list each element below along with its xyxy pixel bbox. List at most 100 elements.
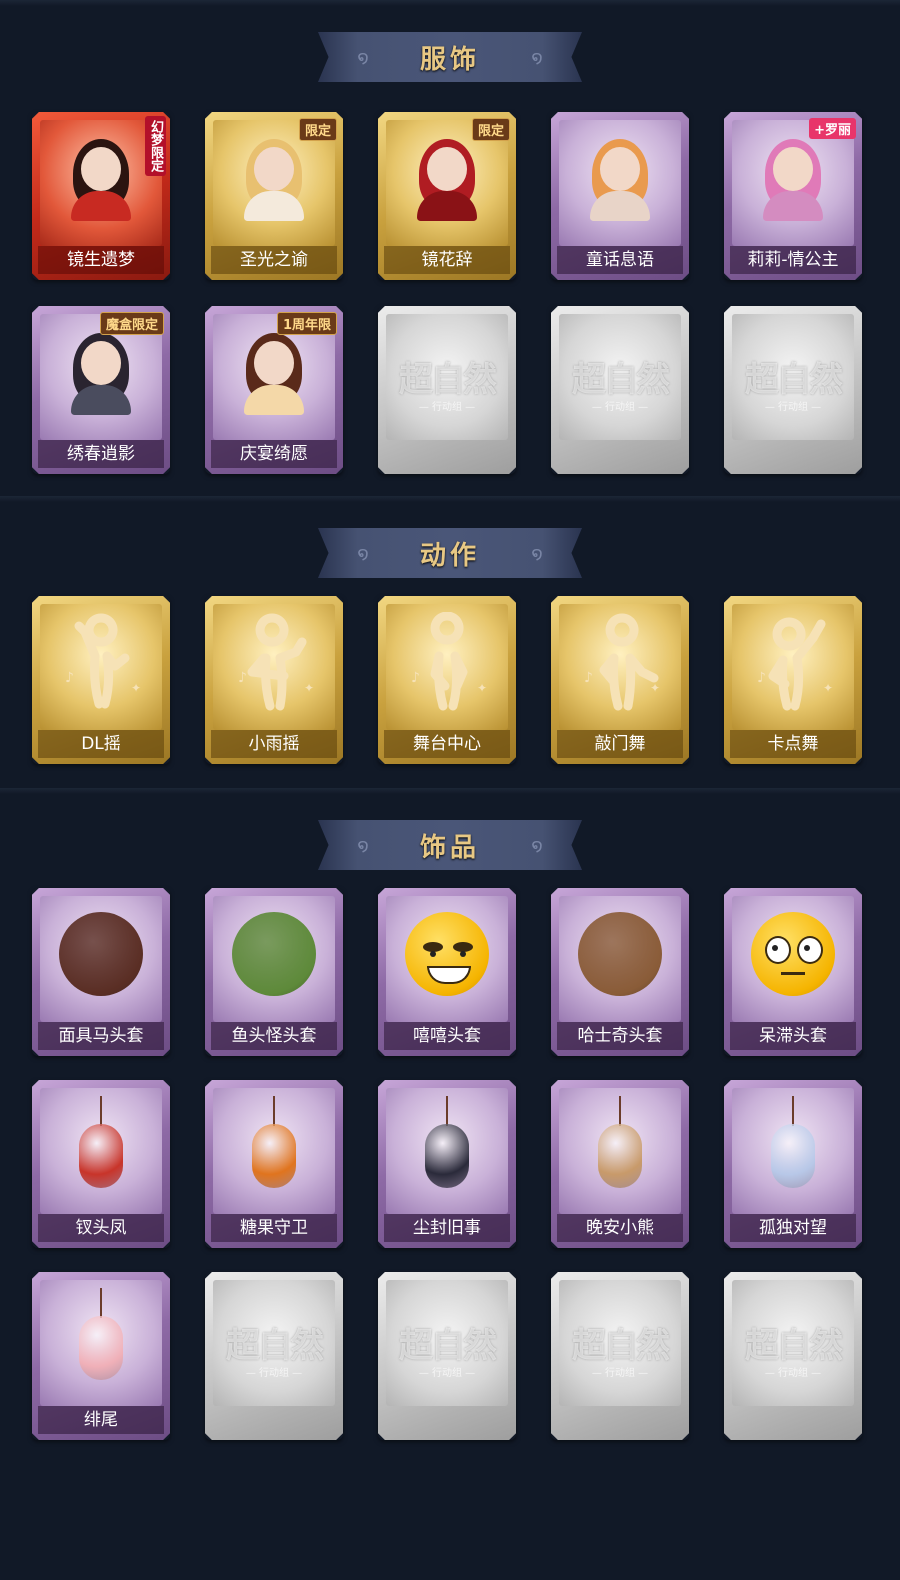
item-card[interactable]: 童话息语 — [551, 112, 689, 280]
watermark-logo: 超自然 — 行动组 — — [378, 306, 516, 413]
item-name: DL摇 — [38, 730, 164, 758]
item-name: 镜生遗梦 — [38, 246, 164, 274]
section-header: ໑ 饰品 ໑ — [318, 820, 582, 870]
item-card[interactable]: 尘封旧事 — [378, 1080, 516, 1248]
empty-slot-card[interactable]: 超自然 — 行动组 — — [551, 306, 689, 474]
charm-figure — [71, 1288, 131, 1388]
watermark-subtext: — 行动组 — — [418, 1368, 476, 1379]
watermark-text: 超自然 — [745, 1326, 843, 1366]
watermark-subtext: — 行动组 — — [591, 1368, 649, 1379]
swirl-ornament-icon: ໑ — [531, 47, 543, 68]
item-name: 尘封旧事 — [384, 1214, 510, 1242]
emoji-face — [405, 912, 489, 996]
empty-slot-card[interactable]: 超自然 — 行动组 — — [378, 306, 516, 474]
item-card[interactable]: ♪ ✦ 舞台中心 — [378, 596, 516, 764]
watermark-logo: 超自然 — 行动组 — — [551, 1272, 689, 1379]
item-card[interactable]: +罗丽 莉莉-情公主 — [724, 112, 862, 280]
item-card[interactable]: ♪ ✦ DL摇 — [32, 596, 170, 764]
swirl-ornament-icon: ໑ — [531, 543, 543, 564]
watermark-subtext: — 行动组 — — [245, 1368, 303, 1379]
swirl-ornament-icon: ໑ — [357, 47, 369, 68]
watermark-text: 超自然 — [745, 360, 843, 400]
empty-slot-card[interactable]: 超自然 — 行动组 — — [724, 1272, 862, 1440]
item-name: 糖果守卫 — [211, 1214, 337, 1242]
empty-slot-card[interactable]: 超自然 — 行动组 — — [378, 1272, 516, 1440]
swirl-ornament-icon: ໑ — [357, 543, 369, 564]
watermark-text: 超自然 — [226, 1326, 324, 1366]
empty-slot-card[interactable]: 超自然 — 行动组 — — [551, 1272, 689, 1440]
charm-figure — [590, 1096, 650, 1196]
costume-portrait — [572, 126, 668, 230]
pendant-charm-icon — [745, 1094, 841, 1198]
mask-shape — [232, 912, 316, 996]
watermark-text: 超自然 — [399, 1326, 497, 1366]
item-name: 小雨摇 — [211, 730, 337, 758]
charm-figure — [763, 1096, 823, 1196]
item-name: 哈士奇头套 — [557, 1022, 683, 1050]
character-avatar — [756, 135, 830, 221]
character-avatar — [583, 135, 657, 221]
emote-pose-icon: ♪ ✦ — [745, 610, 841, 714]
costume-portrait — [53, 320, 149, 424]
item-card[interactable]: 哈士奇头套 — [551, 888, 689, 1056]
item-card[interactable]: 晚安小熊 — [551, 1080, 689, 1248]
section-title: 饰品 — [419, 832, 480, 863]
item-name: 绯尾 — [38, 1406, 164, 1434]
item-card[interactable]: 呆滞头套 — [724, 888, 862, 1056]
emoji-head-icon — [399, 902, 495, 1006]
section-title: 动作 — [419, 540, 480, 571]
item-card[interactable]: 1周年限庆宴绮愿 — [205, 306, 343, 474]
item-name: 镜花辞 — [384, 246, 510, 274]
item-card[interactable]: 钗头凤 — [32, 1080, 170, 1248]
item-name: 舞台中心 — [384, 730, 510, 758]
item-card[interactable]: ♪ ✦ 卡点舞 — [724, 596, 862, 764]
emote-pose-icon: ♪ ✦ — [53, 610, 149, 714]
head-mask-icon — [572, 902, 668, 1006]
svg-text:✦: ✦ — [131, 681, 141, 695]
item-card[interactable]: 孤独对望 — [724, 1080, 862, 1248]
svg-text:♪: ♪ — [757, 670, 766, 686]
item-card[interactable]: 限定镜花辞 — [378, 112, 516, 280]
limited-badge: 限定 — [471, 118, 510, 141]
watermark-text: 超自然 — [572, 360, 670, 400]
item-card[interactable]: ♪ ✦ 小雨摇 — [205, 596, 343, 764]
empty-slot-card[interactable]: 超自然 — 行动组 — — [724, 306, 862, 474]
item-card[interactable]: 幻梦限定镜生遗梦 — [32, 112, 170, 280]
svg-text:✦: ✦ — [650, 681, 660, 695]
limited-badge: 幻梦限定 — [145, 116, 166, 176]
svg-text:♪: ♪ — [584, 670, 593, 686]
item-name: 孤独对望 — [730, 1214, 856, 1242]
item-card[interactable]: 绯尾 — [32, 1272, 170, 1440]
watermark-text: 超自然 — [572, 1326, 670, 1366]
head-mask-icon — [53, 902, 149, 1006]
item-card[interactable]: 糖果守卫 — [205, 1080, 343, 1248]
item-name: 钗头凤 — [38, 1214, 164, 1242]
item-name: 庆宴绮愿 — [211, 440, 337, 468]
item-card[interactable]: 魔盒限定绣春逍影 — [32, 306, 170, 474]
item-name: 面具马头套 — [38, 1022, 164, 1050]
pendant-charm-icon — [53, 1094, 149, 1198]
mask-shape — [578, 912, 662, 996]
item-card[interactable]: 嘻嘻头套 — [378, 888, 516, 1056]
item-card[interactable]: 面具马头套 — [32, 888, 170, 1056]
charm-figure — [417, 1096, 477, 1196]
emoji-head-icon — [745, 902, 841, 1006]
section-header: ໑ 动作 ໑ — [318, 528, 582, 578]
item-card[interactable]: 鱼头怪头套 — [205, 888, 343, 1056]
character-avatar — [410, 135, 484, 221]
limited-badge: 魔盒限定 — [99, 312, 164, 335]
watermark-subtext: — 行动组 — — [764, 402, 822, 413]
section-0: ໑服饰໑幻梦限定 镜生遗梦 限定 圣光之谕 限定 镜花辞 童话息语 +罗丽 莉莉-情公主 魔盒限定… — [0, 0, 900, 496]
item-name: 敲门舞 — [557, 730, 683, 758]
charm-figure — [71, 1096, 131, 1196]
item-card[interactable]: ♪ ✦ 敲门舞 — [551, 596, 689, 764]
limited-badge: 1周年限 — [276, 312, 337, 335]
item-card[interactable]: 限定 圣光之谕 — [205, 112, 343, 280]
item-name: 绣春逍影 — [38, 440, 164, 468]
empty-slot-card[interactable]: 超自然 — 行动组 — — [205, 1272, 343, 1440]
costume-portrait — [399, 126, 495, 230]
watermark-subtext: — 行动组 — — [418, 402, 476, 413]
item-name: 呆滞头套 — [730, 1022, 856, 1050]
item-name: 卡点舞 — [730, 730, 856, 758]
dance-pose-figure: ♪ ✦ — [228, 612, 320, 712]
